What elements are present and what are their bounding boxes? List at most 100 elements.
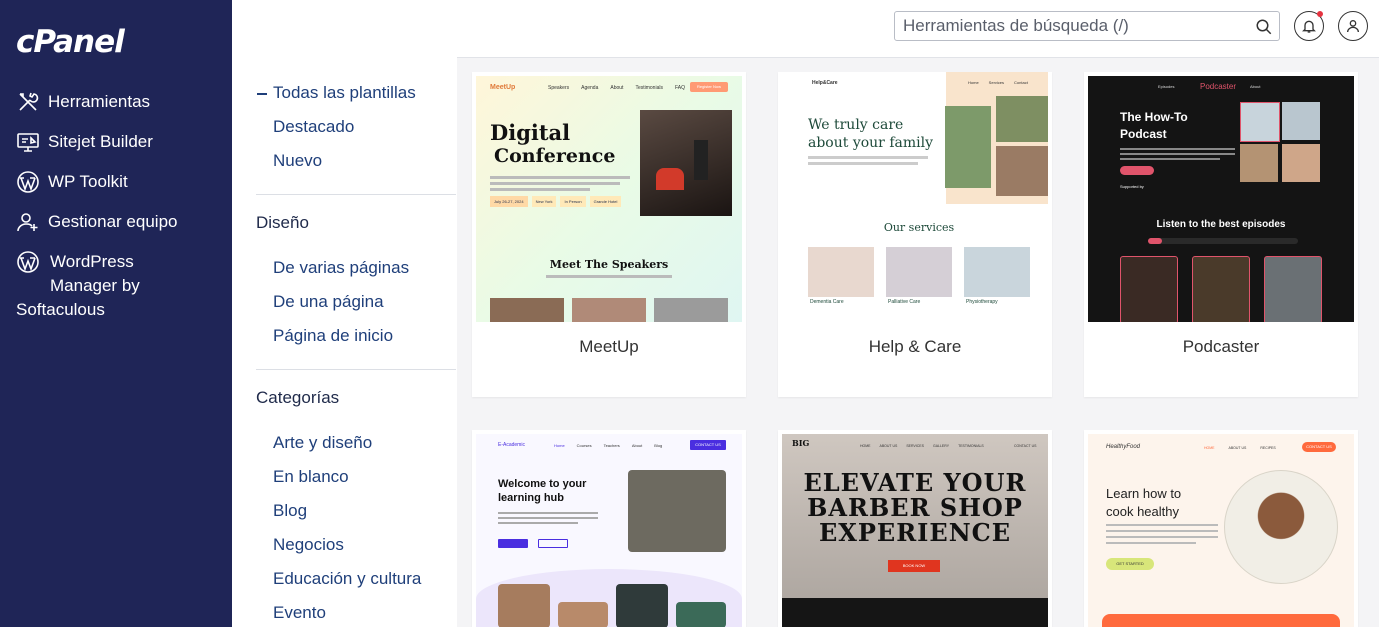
categories-heading: Categorías (256, 388, 340, 407)
sidebar-item-herramientas[interactable]: Herramientas (0, 90, 232, 114)
preview-photo (886, 247, 952, 297)
preview-tabs (1148, 238, 1298, 244)
preview-headline-block: ELEVATE YOUR BARBER SHOP EXPERIENCE (782, 470, 1048, 545)
preview-nav-item: Services (988, 80, 1005, 85)
template-filters: Todas las plantillas Destacado Nuevo Dis… (232, 57, 457, 627)
template-name: Podcaster (1182, 337, 1260, 356)
preview-brand: BIG (792, 438, 810, 448)
filter-featured[interactable]: Destacado (273, 117, 354, 137)
preview-headline: cook healthy (1106, 504, 1179, 519)
preview-headline: Podcast (1120, 127, 1167, 141)
preview-brand: E-Academic (498, 442, 525, 448)
filter-new[interactable]: Nuevo (273, 151, 322, 171)
preview-headline: ELEVATE YOUR (803, 468, 1027, 497)
notification-dot (1317, 11, 1323, 17)
preview-text-line (1120, 148, 1235, 150)
preview-photo (558, 602, 608, 627)
preview-tab-active (1148, 238, 1162, 244)
divider (256, 369, 456, 370)
template-card-healthy-food[interactable]: HealthyFood HOME ABOUT US RECIPES CONTAC… (1084, 430, 1358, 627)
preview-photo-detail (656, 168, 684, 190)
preview-photo (808, 247, 874, 297)
preview-tag: July 26-27, 2024 (490, 196, 528, 207)
preview-photo (676, 602, 726, 627)
template-preview: BIG HOME ABOUT US SERVICES GALLERY TESTI… (782, 434, 1048, 627)
preview-nav-item: CONTACT US (1014, 444, 1037, 448)
filter-multi-page[interactable]: De varias páginas (273, 258, 409, 278)
preview-text-line (808, 156, 928, 159)
preview-nav-item: About (631, 443, 643, 448)
preview-text-line (498, 512, 598, 514)
wordpress-icon (17, 251, 39, 273)
notifications-button[interactable] (1294, 11, 1324, 41)
filter-business[interactable]: Negocios (273, 535, 344, 555)
template-name: Help & Care (868, 337, 962, 356)
preview-photo (1282, 144, 1320, 182)
filter-education-culture[interactable]: Educación y cultura (273, 569, 421, 589)
search-icon[interactable] (1255, 18, 1273, 36)
filter-art-design[interactable]: Arte y diseño (273, 433, 372, 453)
filter-all-templates[interactable]: Todas las plantillas (257, 83, 416, 103)
preview-photo (616, 584, 668, 627)
template-card-academic[interactable]: E-Academic Home Courses Teachers About B… (472, 430, 746, 627)
preview-nav-item: Speakers (548, 85, 570, 91)
template-card-podcaster[interactable]: Episodes Podcaster About The How-To Podc… (1084, 72, 1358, 397)
preview-service: Dementia Care (810, 299, 844, 305)
cpanel-logo[interactable]: cPanel (16, 24, 125, 60)
preview-service: Physiotherapy (966, 299, 998, 305)
preview-photo (498, 584, 550, 627)
template-card-help-care[interactable]: Help&Care Home Services Contact We truly… (778, 72, 1052, 397)
tools-icon (19, 92, 39, 111)
preview-photo (572, 298, 646, 322)
filter-landing-page[interactable]: Página de inicio (273, 326, 393, 346)
preview-nav-item: TESTIMONIALS (958, 444, 984, 448)
sidebar-item-wp-toolkit[interactable]: WP Toolkit (0, 170, 232, 194)
template-preview: E-Academic Home Courses Teachers About B… (476, 434, 742, 627)
preview-nav-item: HOME (1204, 446, 1215, 450)
sidebar: cPanel Herramientas Sitejet Builder WP T… (0, 0, 232, 627)
preview-brand: Podcaster (1200, 82, 1237, 91)
preview-headline: BARBER SHOP (807, 493, 1023, 522)
preview-text-line (498, 522, 578, 524)
sidebar-item-label: Herramientas (48, 92, 151, 111)
user-icon (1347, 20, 1359, 33)
preview-service: Palliative Care (888, 299, 921, 305)
preview-headline: Welcome to your (498, 478, 587, 490)
search-input[interactable] (895, 12, 1251, 40)
sidebar-item-label-line2: Manager by (50, 276, 140, 295)
sidebar-item-sitejet[interactable]: Sitejet Builder (0, 130, 232, 154)
preview-nav-item: Contact (1014, 80, 1028, 85)
preview-nav-item: Teachers (603, 443, 620, 448)
preview-brand: Help&Care (812, 80, 838, 86)
preview-text-line (1106, 524, 1218, 526)
preview-photo (628, 470, 726, 552)
preview-photo (1224, 470, 1338, 584)
preview-cta: CONTACT US (1302, 442, 1336, 452)
preview-section-title: Meet The Speakers (549, 258, 669, 271)
filter-event[interactable]: Evento (273, 603, 326, 623)
preview-photo (640, 110, 732, 216)
filter-one-page[interactable]: De una página (273, 292, 384, 312)
preview-episode (1120, 256, 1178, 322)
preview-footer-band (782, 598, 1048, 627)
preview-nav-item: Agenda (581, 85, 599, 91)
preview-text-line (1120, 153, 1235, 155)
sidebar-item-gestionar-equipo[interactable]: Gestionar equipo (0, 210, 232, 234)
preview-photo (996, 146, 1048, 196)
filter-blog[interactable]: Blog (273, 501, 307, 521)
preview-brand: HealthyFood (1106, 444, 1141, 450)
preview-headline: Digital (490, 120, 571, 145)
preview-nav-item: About (610, 85, 624, 91)
preview-text-line (1106, 536, 1218, 538)
user-menu-button[interactable] (1338, 11, 1368, 41)
preview-nav: Speakers Agenda About Testimonials FAQ (548, 85, 685, 91)
sidebar-item-label: WP Toolkit (48, 172, 128, 191)
filter-blank[interactable]: En blanco (273, 467, 349, 487)
preview-photo (945, 106, 991, 188)
preview-text-line (490, 188, 590, 191)
template-card-barber[interactable]: BIG HOME ABOUT US SERVICES GALLERY TESTI… (778, 430, 1052, 627)
user-add-icon (17, 213, 38, 232)
preview-button (498, 539, 528, 548)
sidebar-item-wordpress-manager[interactable]: WordPress Manager by Softaculous (0, 250, 232, 322)
template-card-meetup[interactable]: MeetUp Speakers Agenda About Testimonial… (472, 72, 746, 397)
